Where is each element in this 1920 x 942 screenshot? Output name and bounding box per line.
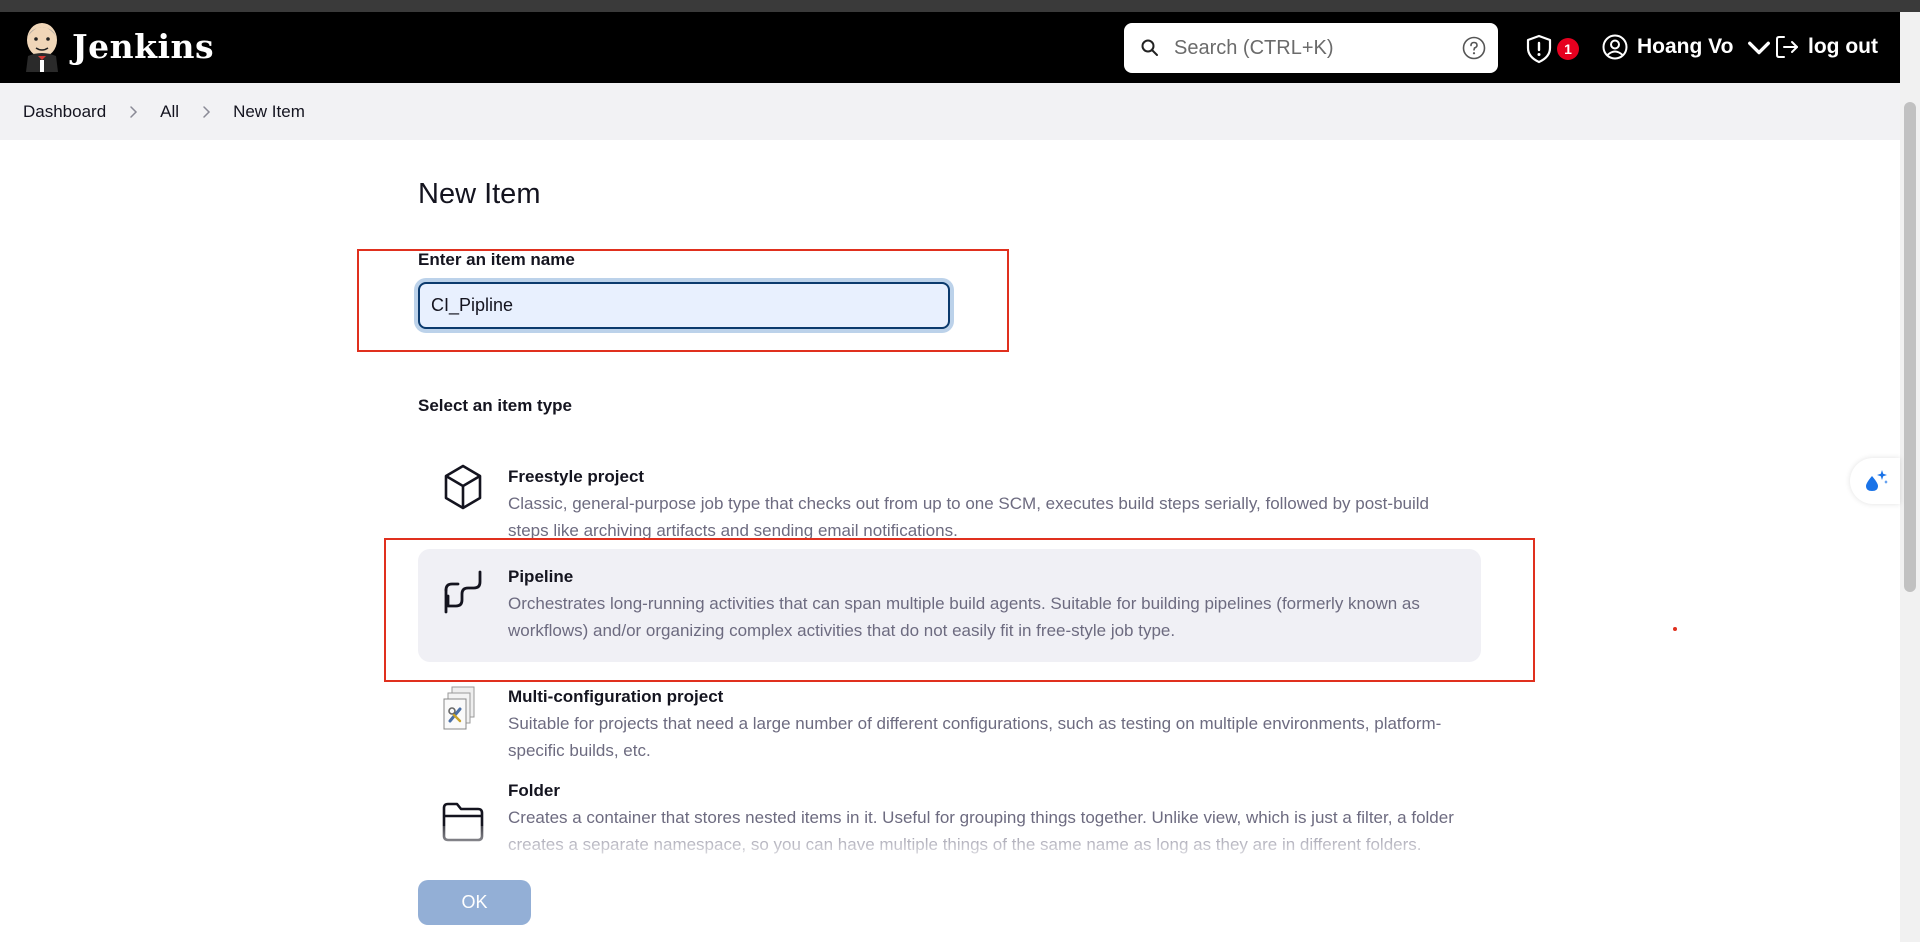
floating-assistant-button[interactable] [1850, 458, 1900, 504]
chevron-right-icon [130, 105, 138, 118]
highlight-box-name-field [357, 249, 1009, 352]
highlight-box-pipeline [384, 538, 1535, 682]
sparkle-drop-icon [1866, 470, 1888, 491]
item-type-description: Classic, general-purpose job type that c… [508, 494, 1429, 540]
help-icon[interactable] [1462, 36, 1486, 60]
breadcrumb-dashboard[interactable]: Dashboard [23, 102, 106, 122]
scroll-fade-overlay [380, 826, 1520, 866]
jenkins-logo[interactable]: Jenkins [22, 20, 214, 72]
logout-icon [1776, 36, 1798, 58]
security-shield-icon[interactable] [1524, 34, 1554, 64]
item-type-title: Freestyle project [508, 467, 645, 486]
chevron-right-icon [203, 105, 211, 118]
page-scrollbar[interactable] [1900, 12, 1920, 942]
notification-badge[interactable]: 1 [1557, 38, 1579, 60]
logout-link[interactable]: log out [1774, 34, 1878, 60]
breadcrumb: Dashboard All New Item [0, 83, 1900, 140]
jenkins-butler-icon [26, 23, 58, 72]
item-type-title: Folder [508, 781, 560, 800]
multi-config-icon [443, 686, 475, 730]
ok-button[interactable]: OK [418, 880, 531, 925]
chevron-down-icon [1748, 41, 1771, 55]
search-icon [1141, 39, 1158, 56]
scrollbar-thumb[interactable] [1904, 102, 1916, 592]
breadcrumb-new-item: New Item [233, 101, 305, 121]
page-title: New Item [418, 178, 541, 210]
breadcrumb-all[interactable]: All [160, 102, 179, 122]
logout-label: log out [1808, 35, 1878, 58]
item-type-title: Multi-configuration project [508, 687, 724, 706]
cube-icon [444, 464, 482, 510]
top-header: Jenkins 1 Hoang Vo [0, 12, 1900, 83]
search-input[interactable] [1174, 23, 1444, 73]
item-type-label: Select an item type [418, 396, 573, 415]
user-avatar-icon [1602, 34, 1628, 60]
brand-name: Jenkins [72, 26, 215, 66]
item-type-multi-configuration[interactable]: Multi-configuration project Suitable for… [418, 670, 1481, 770]
user-name: Hoang Vo [1637, 35, 1734, 58]
search-box[interactable] [1124, 23, 1498, 73]
annotation-dot [1673, 627, 1677, 631]
user-menu[interactable]: Hoang Vo [1602, 34, 1772, 60]
window-top-strip [0, 0, 1920, 12]
item-type-description: Suitable for projects that need a large … [508, 714, 1442, 760]
